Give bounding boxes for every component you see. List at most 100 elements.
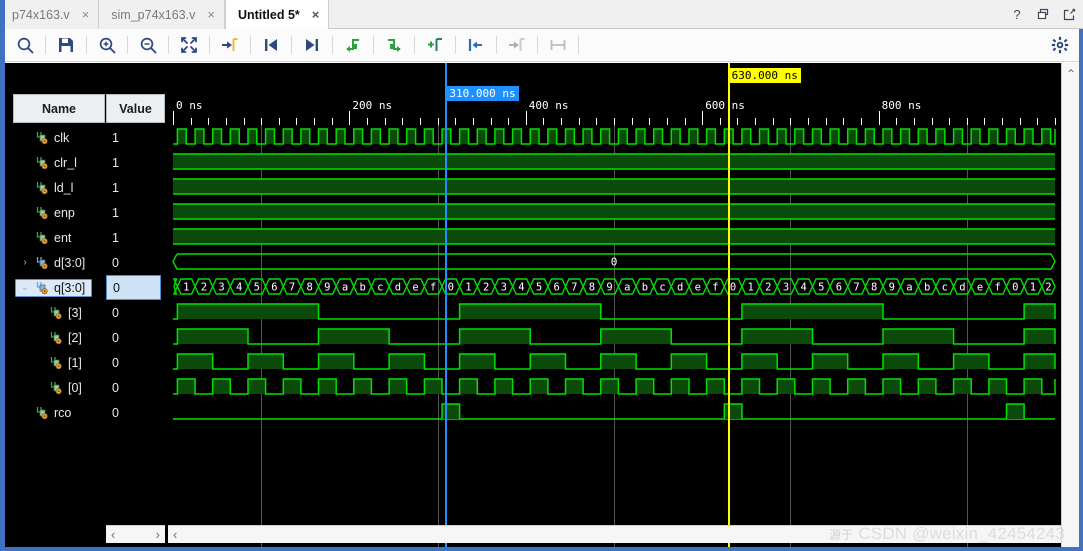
wave-fill bbox=[741, 379, 760, 394]
time-ruler[interactable]: 0 ns 200 ns 400 ns 600 ns 800 ns bbox=[168, 63, 1061, 125]
wave-canvas[interactable]: 0 ns 200 ns 400 ns 600 ns 800 ns 0123456789a… bbox=[168, 63, 1061, 547]
signal-value[interactable]: 1 bbox=[106, 150, 165, 175]
tab-p74x163-v[interactable]: p74x163.v × bbox=[0, 0, 100, 29]
wave-fill bbox=[565, 379, 584, 394]
zoom-in-icon[interactable] bbox=[90, 31, 124, 59]
wave-hscrollbar[interactable]: ‹ bbox=[168, 525, 1061, 543]
signal-name-clk[interactable]: clk bbox=[27, 129, 75, 147]
signal-value[interactable]: 0 bbox=[106, 250, 165, 275]
next-marker-icon[interactable] bbox=[377, 31, 411, 59]
wave-vscrollbar[interactable]: ⌃ bbox=[1061, 63, 1079, 547]
tab-sim-p74x163-v[interactable]: sim_p74x163.v × bbox=[99, 0, 225, 29]
goto-marker-icon[interactable] bbox=[213, 31, 247, 59]
signal-value[interactable]: 0 bbox=[106, 325, 165, 350]
signal-row[interactable]: ⌄ q[3:0] bbox=[5, 275, 105, 300]
chevron-down-icon[interactable]: ⌄ bbox=[19, 282, 31, 293]
signal-row[interactable]: [3] bbox=[5, 300, 105, 325]
signal-row[interactable]: clk bbox=[5, 125, 105, 150]
signal-row[interactable]: › d[3:0] bbox=[5, 250, 105, 275]
signal-row[interactable]: [2] bbox=[5, 325, 105, 350]
ruler-minor-tick bbox=[772, 118, 774, 125]
wave-fill bbox=[336, 129, 345, 144]
signal-value[interactable]: 0 bbox=[106, 400, 165, 425]
signal-value[interactable]: 0 bbox=[106, 375, 165, 400]
signal-value[interactable]: 0 bbox=[106, 300, 165, 325]
zoom-fit-icon[interactable] bbox=[172, 31, 206, 59]
help-icon[interactable]: ? bbox=[1009, 7, 1025, 23]
signal-name-ld-l[interactable]: ld_l bbox=[27, 179, 79, 197]
signal-name-d-3-0-[interactable]: › d[3:0] bbox=[15, 254, 91, 272]
ruler-minor-tick bbox=[1037, 118, 1039, 125]
signal-name--3-[interactable]: [3] bbox=[41, 304, 88, 322]
tab-label: p74x163.v bbox=[12, 7, 70, 22]
goto-time-icon[interactable] bbox=[500, 31, 534, 59]
signal-row[interactable]: [0] bbox=[5, 375, 105, 400]
signal-value[interactable]: 0 bbox=[106, 350, 165, 375]
signal-label: clr_l bbox=[54, 155, 77, 170]
main-cursor[interactable] bbox=[445, 63, 448, 547]
bus-value-label: 1 bbox=[183, 282, 189, 294]
tab-close-icon[interactable]: × bbox=[207, 8, 215, 21]
signal-name-q-3-0-[interactable]: ⌄ q[3:0] bbox=[15, 278, 93, 297]
signal-name-clr-l[interactable]: clr_l bbox=[27, 154, 83, 172]
toolbar-separator bbox=[209, 36, 210, 54]
float-icon[interactable] bbox=[1061, 7, 1077, 23]
search-icon[interactable] bbox=[8, 31, 42, 59]
bus-value-label: 6 bbox=[554, 282, 560, 294]
signal-name-rco[interactable]: rco bbox=[27, 404, 77, 422]
signal-name-enp[interactable]: enp bbox=[27, 204, 81, 222]
signal-value[interactable]: 1 bbox=[106, 125, 165, 150]
signal-value[interactable]: 1 bbox=[106, 175, 165, 200]
toolbar-separator bbox=[250, 36, 251, 54]
tab-untitled-5-[interactable]: Untitled 5* × bbox=[224, 0, 330, 29]
signal-name--0-[interactable]: [0] bbox=[41, 379, 88, 397]
previous-transition-icon[interactable] bbox=[254, 31, 288, 59]
column-header-value[interactable]: Value bbox=[106, 94, 165, 123]
signal-row[interactable]: enp bbox=[5, 200, 105, 225]
value-hscrollbar[interactable]: ‹ › bbox=[106, 525, 165, 543]
signal-row[interactable]: rco bbox=[5, 400, 105, 425]
bus-signal-icon bbox=[36, 256, 48, 269]
signal-label: clk bbox=[54, 130, 70, 145]
measure-icon[interactable] bbox=[541, 31, 575, 59]
ruler-minor-tick bbox=[719, 118, 721, 125]
main-cursor-label[interactable]: 310.000 ns bbox=[446, 86, 519, 101]
add-marker-icon[interactable] bbox=[418, 31, 452, 59]
snap-to-transition-icon[interactable] bbox=[459, 31, 493, 59]
secondary-marker-label[interactable]: 630.000 ns bbox=[728, 68, 801, 83]
next-transition-icon[interactable] bbox=[295, 31, 329, 59]
signal-row[interactable]: [1] bbox=[5, 350, 105, 375]
ruler-label: 0 ns bbox=[176, 99, 203, 112]
ruler-minor-tick bbox=[737, 118, 739, 125]
signal-row[interactable]: ld_l bbox=[5, 175, 105, 200]
signal-name--1-[interactable]: [1] bbox=[41, 354, 88, 372]
wave-fill bbox=[1006, 404, 1025, 419]
save-icon[interactable] bbox=[49, 31, 83, 59]
previous-marker-icon[interactable] bbox=[336, 31, 370, 59]
signal-name-list: clk clr_l ld_lenp ent › d[3:0] ⌄ q[3:0] [3] [2] [1… bbox=[5, 125, 105, 425]
value-scroll-left-icon[interactable]: ‹ bbox=[106, 527, 120, 542]
gear-icon[interactable] bbox=[1051, 36, 1069, 59]
chevron-right-icon[interactable]: › bbox=[19, 257, 31, 268]
signal-value[interactable]: 1 bbox=[106, 225, 165, 250]
ruler-minor-tick bbox=[472, 118, 474, 125]
bus-value-label: c bbox=[942, 282, 948, 294]
signal-name--2-[interactable]: [2] bbox=[41, 329, 88, 347]
ruler-minor-tick bbox=[402, 118, 404, 125]
signal-name-ent[interactable]: ent bbox=[27, 229, 77, 247]
wave-fill bbox=[177, 354, 213, 369]
restore-icon[interactable] bbox=[1035, 7, 1051, 23]
value-scroll-right-icon[interactable]: › bbox=[151, 527, 165, 542]
tab-close-icon[interactable]: × bbox=[312, 8, 320, 21]
signal-row[interactable]: clr_l bbox=[5, 150, 105, 175]
secondary-marker[interactable] bbox=[727, 63, 730, 547]
zoom-out-icon[interactable] bbox=[131, 31, 165, 59]
signal-value[interactable]: 1 bbox=[106, 200, 165, 225]
column-header-name[interactable]: Name bbox=[13, 94, 105, 123]
signal-row[interactable]: ent bbox=[5, 225, 105, 250]
ruler-minor-tick bbox=[331, 118, 333, 125]
signal-value[interactable]: 0 bbox=[106, 275, 161, 300]
scroll-up-icon[interactable]: ⌃ bbox=[1062, 67, 1080, 81]
wave-scroll-left-icon[interactable]: ‹ bbox=[168, 527, 182, 542]
tab-close-icon[interactable]: × bbox=[82, 8, 90, 21]
